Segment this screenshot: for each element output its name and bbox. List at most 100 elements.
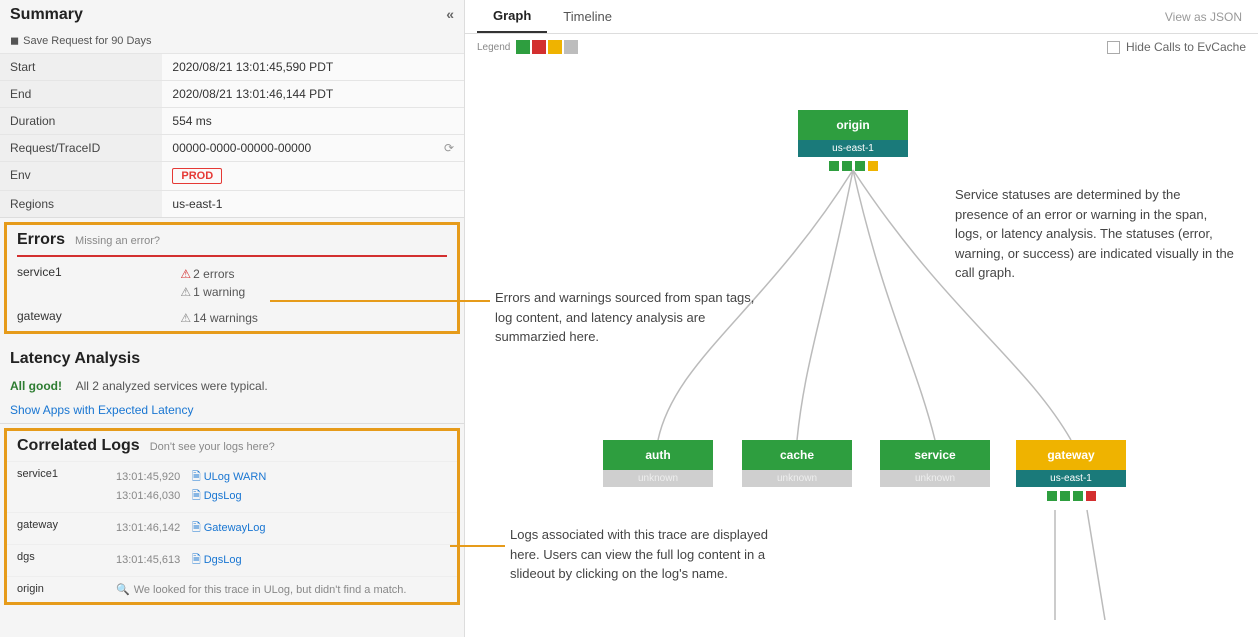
latency-msg: All 2 analyzed services were typical.	[76, 379, 268, 393]
logs-section: Correlated Logs Don't see your logs here…	[4, 428, 460, 605]
document-icon: 🗎	[192, 554, 201, 566]
errors-underline	[17, 255, 447, 257]
legend-row: Legend Hide Calls to EvCache	[465, 34, 1258, 60]
warning-icon: ⚠	[180, 285, 191, 299]
document-icon: 🗎	[192, 471, 201, 483]
v-end: 2020/08/21 13:01:46,144 PDT	[162, 81, 464, 108]
k-regions: Regions	[0, 191, 162, 218]
legend-label: Legend	[477, 42, 510, 53]
latency-link[interactable]: Show Apps with Expected Latency	[0, 397, 464, 423]
summary-table: Start2020/08/21 13:01:45,590 PDT End2020…	[0, 53, 464, 217]
latency-section: Latency Analysis All good! All 2 analyze…	[0, 344, 464, 424]
node-title: cache	[742, 440, 852, 470]
summary-section: Summary « ◼ Save Request for 90 Days Sta…	[0, 0, 464, 218]
summary-header: Summary «	[0, 0, 464, 30]
hide-calls-label: Hide Calls to EvCache	[1126, 40, 1246, 54]
log-row[interactable]: dgs 13:01:45,613 🗎DgsLog	[7, 545, 457, 577]
legend-swatch-green	[516, 40, 530, 54]
v-trace: 00000-0000-00000-00000⟳	[162, 135, 464, 162]
v-env: PROD	[162, 162, 464, 191]
log-row[interactable]: origin 🔍We looked for this trace in ULog…	[7, 577, 457, 603]
log-link[interactable]: DgsLog	[204, 490, 242, 502]
annotation-line	[450, 545, 505, 547]
node-gateway[interactable]: gateway us-east-1	[1016, 440, 1126, 501]
errors-header: Errors Missing an error?	[7, 225, 457, 255]
annotation-line	[270, 300, 490, 302]
node-title: gateway	[1016, 440, 1126, 470]
errors-subhead[interactable]: Missing an error?	[75, 235, 160, 247]
checkbox-icon[interactable]	[1107, 41, 1120, 54]
node-region: unknown	[603, 470, 713, 487]
log-svc: dgs	[7, 545, 106, 577]
document-icon: 🗎	[192, 522, 201, 534]
k-env: Env	[0, 162, 162, 191]
error-icon: ⚠	[180, 267, 191, 281]
k-end: End	[0, 81, 162, 108]
error-row[interactable]: gateway ⚠14 warnings	[7, 305, 457, 331]
log-link[interactable]: DgsLog	[204, 554, 242, 566]
latency-title: Latency Analysis	[10, 350, 140, 368]
node-auth[interactable]: auth unknown	[603, 440, 713, 487]
error-row[interactable]: service1 ⚠2 errors ⚠1 warning	[7, 261, 457, 305]
tabs: Graph Timeline View as JSON	[465, 0, 1258, 34]
k-trace: Request/TraceID	[0, 135, 162, 162]
node-cache[interactable]: cache unknown	[742, 440, 852, 487]
log-svc: origin	[7, 577, 106, 603]
error-info: ⚠14 warnings	[180, 309, 257, 327]
left-panel: Summary « ◼ Save Request for 90 Days Sta…	[0, 0, 465, 637]
node-dots	[798, 157, 908, 171]
logs-subhead[interactable]: Don't see your logs here?	[150, 441, 275, 453]
v-start: 2020/08/21 13:01:45,590 PDT	[162, 54, 464, 81]
v-duration: 554 ms	[162, 108, 464, 135]
annotation-logs: Logs associated with this trace are disp…	[510, 525, 770, 584]
log-svc: gateway	[7, 513, 106, 545]
legend-swatch-orange	[548, 40, 562, 54]
error-info: ⚠2 errors ⚠1 warning	[180, 265, 245, 301]
search-icon: 🔍	[116, 584, 130, 596]
document-icon: 🗎	[192, 490, 201, 502]
node-region: us-east-1	[798, 140, 908, 157]
log-row[interactable]: service1 13:01:45,920 🗎ULog WARN 13:01:4…	[7, 462, 457, 513]
log-link[interactable]: ULog WARN	[204, 471, 267, 483]
node-origin[interactable]: origin us-east-1	[798, 110, 908, 171]
node-service[interactable]: service unknown	[880, 440, 990, 487]
env-badge: PROD	[172, 168, 222, 184]
annotation-errors: Errors and warnings sourced from span ta…	[495, 288, 755, 347]
legend-swatch-red	[532, 40, 546, 54]
error-svc: gateway	[17, 309, 180, 323]
logs-title: Correlated Logs	[17, 437, 140, 455]
legend-swatch-gray	[564, 40, 578, 54]
error-svc: service1	[17, 265, 180, 279]
warning-icon: ⚠	[180, 311, 191, 325]
node-region: unknown	[880, 470, 990, 487]
summary-title: Summary	[10, 6, 83, 24]
refresh-icon[interactable]: ⟳	[444, 141, 454, 155]
hide-calls-toggle[interactable]: Hide Calls to EvCache	[1107, 40, 1246, 54]
log-svc: service1	[7, 462, 106, 513]
node-title: service	[880, 440, 990, 470]
annotation-status: Service statuses are determined by the p…	[955, 185, 1235, 283]
legend-swatches	[516, 40, 578, 54]
errors-title: Errors	[17, 231, 65, 249]
node-title: origin	[798, 110, 908, 140]
errors-section: Errors Missing an error? service1 ⚠2 err…	[4, 222, 460, 334]
tab-graph[interactable]: Graph	[477, 0, 547, 33]
save-request-link[interactable]: ◼ Save Request for 90 Days	[0, 30, 464, 53]
tab-timeline[interactable]: Timeline	[547, 1, 628, 32]
view-as-json-link[interactable]: View as JSON	[1161, 2, 1246, 32]
node-region: unknown	[742, 470, 852, 487]
log-row[interactable]: gateway 13:01:46,142 🗎GatewayLog	[7, 513, 457, 545]
log-entries: 13:01:46,142 🗎GatewayLog	[106, 513, 457, 545]
log-entries: 13:01:45,920 🗎ULog WARN 13:01:46,030 🗎Dg…	[106, 462, 457, 513]
bookmark-icon: ◼	[10, 34, 19, 47]
node-title: auth	[603, 440, 713, 470]
log-entries: 13:01:45,613 🗎DgsLog	[106, 545, 457, 577]
node-dots	[1016, 487, 1126, 501]
latency-good: All good!	[0, 379, 72, 393]
v-regions: us-east-1	[162, 191, 464, 218]
latency-header: Latency Analysis	[0, 344, 464, 374]
save-request-label: Save Request for 90 Days	[23, 35, 151, 47]
collapse-icon[interactable]: «	[446, 6, 454, 22]
log-link[interactable]: GatewayLog	[204, 522, 266, 534]
k-duration: Duration	[0, 108, 162, 135]
